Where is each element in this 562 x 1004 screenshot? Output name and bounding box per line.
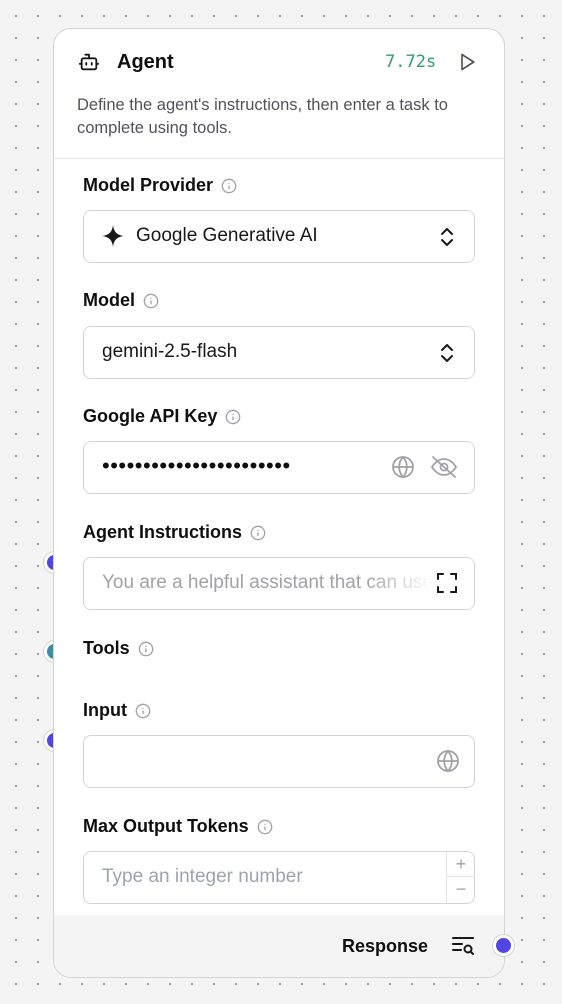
bot-icon — [78, 53, 100, 71]
agent-instructions-label: Agent Instructions — [83, 522, 266, 543]
model-provider-select[interactable]: Google Generative AI — [83, 210, 475, 263]
model-provider-label: Model Provider — [83, 175, 237, 196]
run-timer: 7.72s — [385, 52, 437, 72]
increment-button[interactable]: + — [447, 852, 475, 877]
tools-label: Tools — [83, 638, 154, 659]
model-value: gemini-2.5-flash — [102, 341, 238, 362]
model-select[interactable]: gemini-2.5-flash — [83, 326, 475, 379]
sparkle-icon — [102, 225, 124, 247]
model-provider-value: Google Generative AI — [136, 225, 318, 246]
info-icon[interactable] — [221, 178, 237, 194]
globe-icon[interactable] — [436, 749, 460, 773]
api-key-field[interactable]: ••••••••••••••••••••••• — [83, 441, 475, 494]
api-key-label: Google API Key — [83, 406, 241, 427]
model-label: Model — [83, 290, 159, 311]
eye-off-icon[interactable] — [430, 455, 458, 479]
response-output-handle[interactable] — [496, 938, 511, 953]
agent-node[interactable]: Agent 7.72s Define the agent's instructi… — [53, 28, 505, 978]
api-key-masked-value: ••••••••••••••••••••••• — [102, 453, 291, 478]
agent-instructions-field[interactable]: You are a helpful assistant that can use… — [83, 557, 475, 610]
number-stepper: + − — [446, 852, 475, 903]
info-icon[interactable] — [250, 525, 266, 541]
max-output-tokens-placeholder: Type an integer number — [102, 866, 303, 887]
play-icon[interactable] — [457, 51, 477, 73]
node-footer: Response — [54, 915, 504, 977]
node-description: Define the agent's instructions, then en… — [77, 96, 448, 137]
input-label: Input — [83, 700, 151, 721]
response-output-label: Response — [342, 936, 429, 956]
info-icon[interactable] — [225, 409, 241, 425]
info-icon[interactable] — [257, 819, 273, 835]
node-title: Agent — [117, 51, 174, 73]
max-output-tokens-label: Max Output Tokens — [83, 816, 273, 837]
globe-icon[interactable] — [391, 455, 415, 479]
agent-instructions-placeholder: You are a helpful assistant that can use… — [102, 572, 432, 593]
text-search-icon[interactable] — [451, 935, 475, 957]
decrement-button[interactable]: − — [447, 877, 475, 902]
chevrons-up-down-icon — [441, 228, 453, 246]
info-icon[interactable] — [143, 293, 159, 309]
chevrons-up-down-icon — [441, 344, 453, 362]
info-icon[interactable] — [135, 703, 151, 719]
input-field[interactable] — [83, 735, 475, 788]
node-header: Agent 7.72s Define the agent's instructi… — [54, 29, 504, 159]
expand-icon[interactable] — [437, 573, 457, 593]
info-icon[interactable] — [138, 641, 154, 657]
max-output-tokens-field[interactable]: Type an integer number + − — [83, 851, 475, 904]
